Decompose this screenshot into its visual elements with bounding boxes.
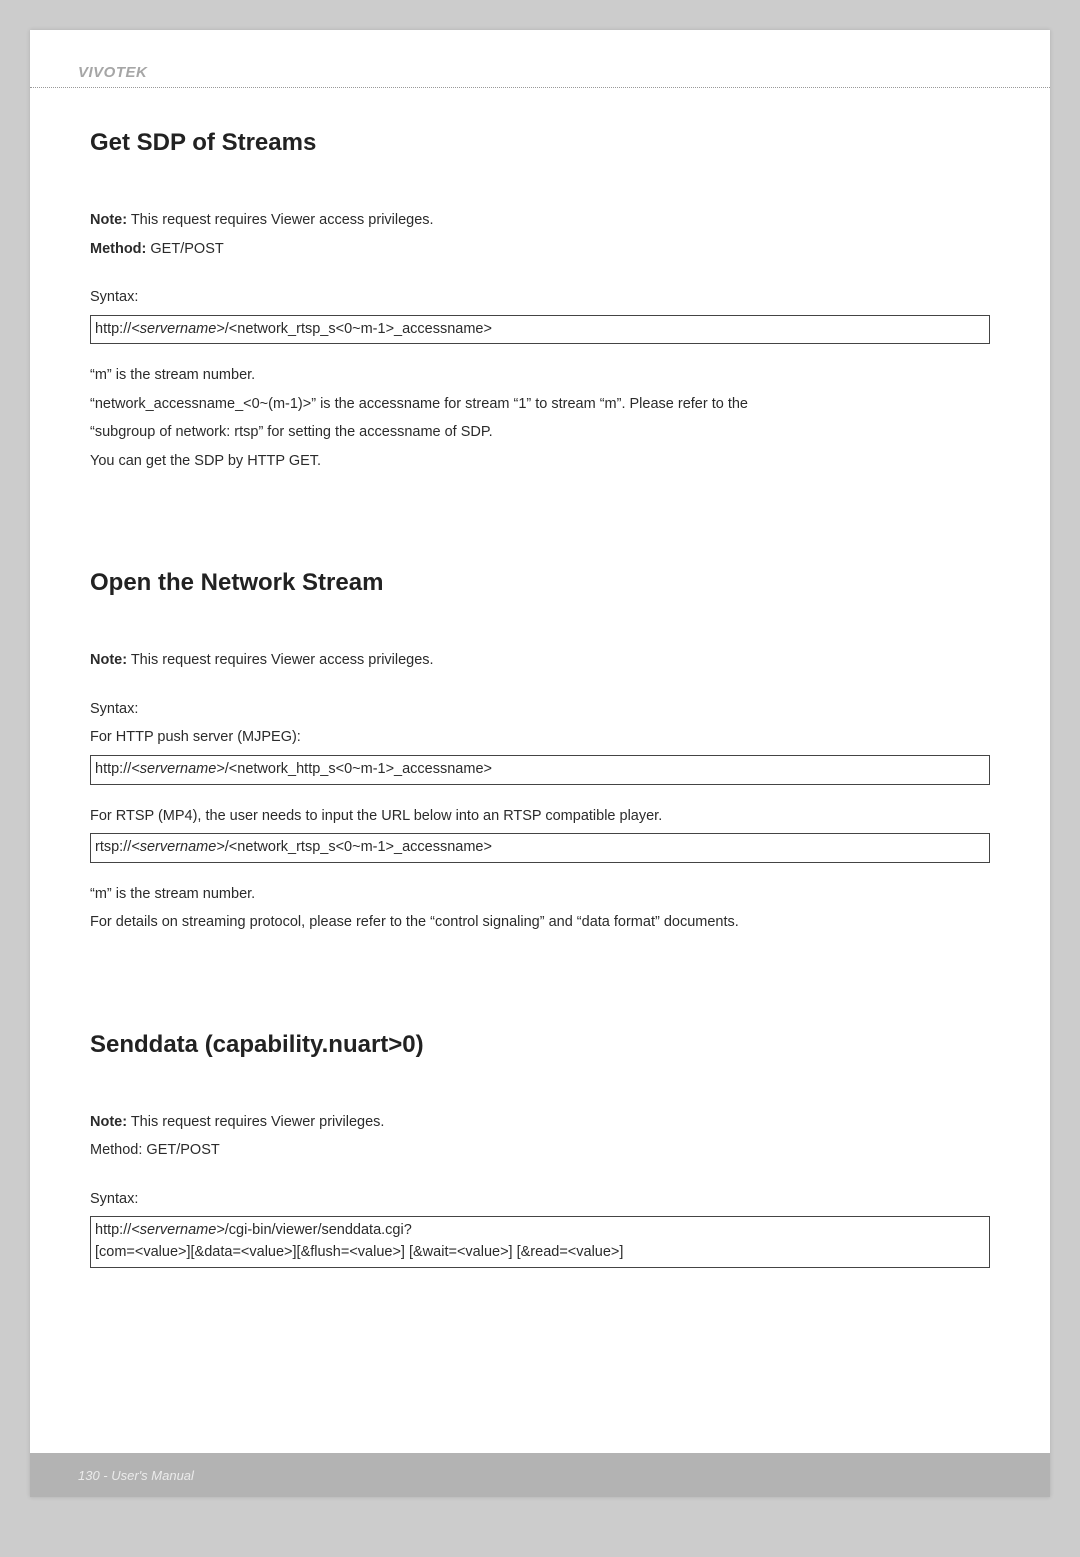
syntax-prefix: http:// <box>95 761 131 777</box>
syntax-servername: <servername> <box>131 839 225 855</box>
note-text: This request requires Viewer privileges. <box>127 1114 384 1130</box>
syntax-box-sdp: http://<servername>/<network_rtsp_s<0~m-… <box>90 315 990 345</box>
method-line: Method: GET/POST <box>90 238 990 260</box>
page-content: Get SDP of Streams Note: This request re… <box>30 88 1050 1268</box>
syntax-servername: <servername> <box>131 761 225 777</box>
body-text: “network_accessname_<0~(m-1)>” is the ac… <box>90 393 990 415</box>
syntax-servername: <servername> <box>131 321 225 337</box>
document-page: VIVOTEK Get SDP of Streams Note: This re… <box>30 30 1050 1497</box>
syntax-box-senddata: http://<servername>/cgi-bin/viewer/sendd… <box>90 1216 990 1268</box>
push-label: For HTTP push server (MJPEG): <box>90 726 990 748</box>
syntax-box-rtsp: rtsp://<servername>/<network_rtsp_s<0~m-… <box>90 833 990 863</box>
heading-open-network-stream: Open the Network Stream <box>90 564 990 601</box>
brand-logo: VIVOTEK <box>78 64 147 87</box>
footer-text: 130 - User's Manual <box>78 1468 194 1483</box>
syntax-line-1: http://<servername>/cgi-bin/viewer/sendd… <box>95 1220 985 1242</box>
body-text: “subgroup of network: rtsp” for setting … <box>90 421 990 443</box>
syntax-suffix: /<network_http_s<0~m-1>_accessname> <box>225 761 492 777</box>
note-label: Note: <box>90 652 127 668</box>
body-text: You can get the SDP by HTTP GET. <box>90 450 990 472</box>
syntax-label: Syntax: <box>90 1188 990 1210</box>
note-line: Note: This request requires Viewer acces… <box>90 649 990 671</box>
body-text: For details on streaming protocol, pleas… <box>90 911 990 933</box>
note-line: Note: This request requires Viewer acces… <box>90 209 990 231</box>
method-text: GET/POST <box>146 241 223 257</box>
note-text: This request requires Viewer access priv… <box>127 212 434 228</box>
heading-get-sdp: Get SDP of Streams <box>90 124 990 161</box>
syntax-suffix: /<network_rtsp_s<0~m-1>_accessname> <box>225 321 492 337</box>
syntax-suffix: /cgi-bin/viewer/senddata.cgi? <box>225 1222 412 1238</box>
syntax-servername: <servername> <box>131 1222 225 1238</box>
syntax-prefix: rtsp:// <box>95 839 131 855</box>
note-label: Note: <box>90 1114 127 1130</box>
rtsp-label: For RTSP (MP4), the user needs to input … <box>90 805 990 827</box>
syntax-prefix: http:// <box>95 321 131 337</box>
syntax-prefix: http:// <box>95 1222 131 1238</box>
method-label: Method: <box>90 241 146 257</box>
syntax-box-http-push: http://<servername>/<network_http_s<0~m-… <box>90 755 990 785</box>
body-text: “m” is the stream number. <box>90 883 990 905</box>
body-text: “m” is the stream number. <box>90 364 990 386</box>
note-line: Note: This request requires Viewer privi… <box>90 1111 990 1133</box>
heading-senddata: Senddata (capability.nuart>0) <box>90 1026 990 1063</box>
syntax-label: Syntax: <box>90 286 990 308</box>
syntax-line-2: [com=<value>][&data=<value>][&flush=<val… <box>95 1242 985 1264</box>
syntax-suffix: /<network_rtsp_s<0~m-1>_accessname> <box>225 839 492 855</box>
syntax-label: Syntax: <box>90 698 990 720</box>
method-line: Method: GET/POST <box>90 1139 990 1161</box>
note-text: This request requires Viewer access priv… <box>127 652 434 668</box>
note-label: Note: <box>90 212 127 228</box>
page-footer: 130 - User's Manual <box>30 1453 1050 1497</box>
page-header: VIVOTEK <box>30 30 1050 88</box>
